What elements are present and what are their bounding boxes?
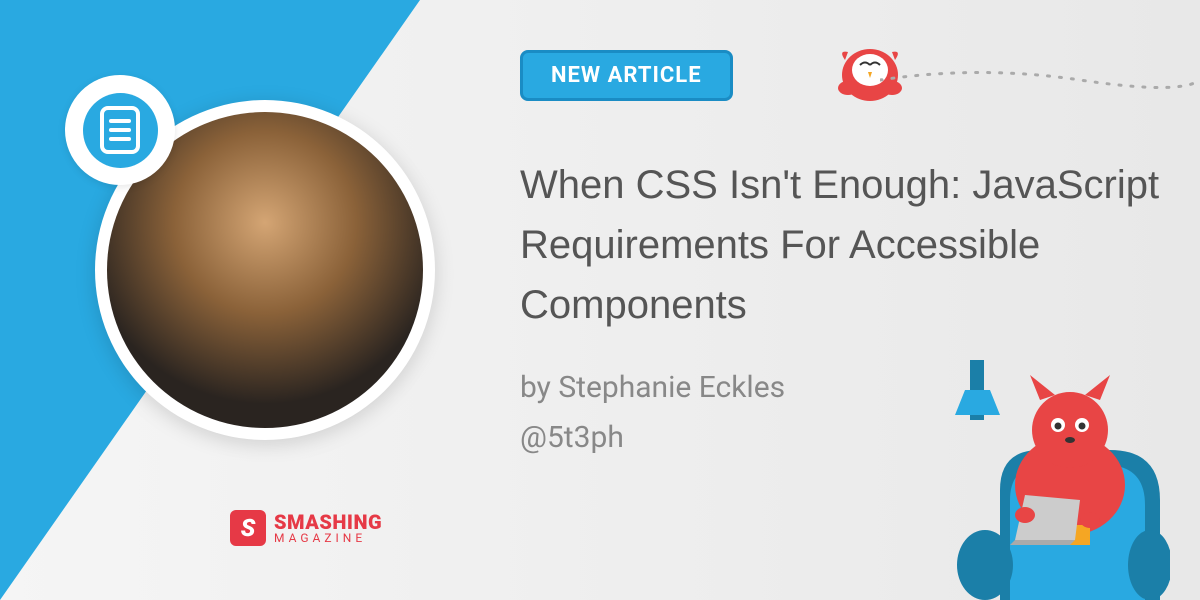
- author-handle: @5t3ph: [520, 420, 624, 455]
- dotted-trail: [880, 60, 1200, 100]
- brand-name-main: SMASHING: [274, 512, 382, 532]
- brand-text: SMASHING MAGAZINE: [274, 512, 382, 544]
- article-byline: by Stephanie Eckles: [520, 370, 785, 405]
- brand-name-sub: MAGAZINE: [274, 532, 382, 544]
- article-title: When CSS Isn't Enough: JavaScript Requir…: [520, 155, 1160, 335]
- document-badge-inner: [83, 93, 158, 168]
- brand-logo-mark: S: [230, 510, 266, 546]
- document-icon: [100, 106, 140, 154]
- document-badge: [65, 75, 175, 185]
- brand-logo-block: S SMASHING MAGAZINE: [230, 510, 382, 546]
- cat-mascot-icon: [910, 340, 1170, 600]
- new-article-badge: NEW ARTICLE: [520, 50, 733, 101]
